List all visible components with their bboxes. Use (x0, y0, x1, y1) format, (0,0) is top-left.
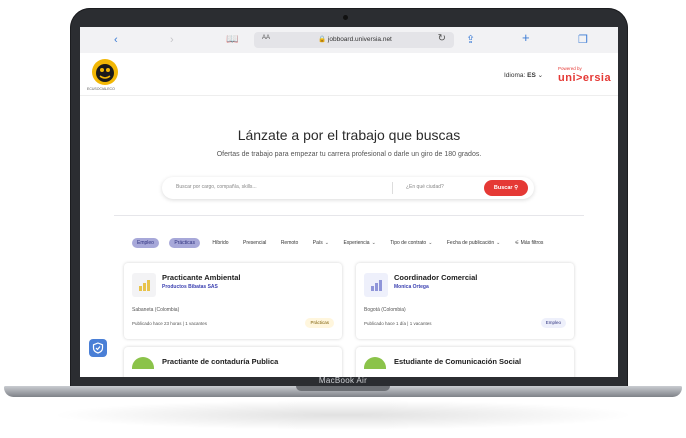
filter-bar: Empleo Prácticas Híbrido Presencial Remo… (132, 231, 551, 248)
search-divider (392, 182, 393, 194)
filter-presencial[interactable]: Presencial (241, 238, 268, 248)
job-published: Publicado hace 1 día | 1 vacantes (364, 321, 432, 326)
job-published: Publicado hace 23 horas | 1 vacantes (132, 321, 207, 326)
powered-by-text: Powered by (558, 66, 582, 71)
job-title[interactable]: Practicante Ambiental (162, 273, 241, 282)
company-logo-icon (132, 357, 154, 369)
job-card[interactable]: Practicante Ambiental Productos Bibatas … (124, 263, 342, 339)
new-tab-icon[interactable]: + (522, 31, 530, 45)
filter-hibrido[interactable]: Híbrido (210, 238, 230, 248)
filter-empleo[interactable]: Empleo (132, 238, 159, 248)
company-logo-icon (364, 273, 388, 297)
chevron-down-icon: ⌄ (428, 240, 433, 246)
laptop-mockup: ‹ › 📖 AA 🔒 jobboard.universia.net ↻ ⇪ + … (0, 0, 686, 438)
screen: ‹ › 📖 AA 🔒 jobboard.universia.net ↻ ⇪ + … (80, 27, 618, 377)
laptop-shadow (50, 400, 636, 430)
filter-fecha-publicacion[interactable]: Fecha de publicación ⌄ (445, 238, 502, 248)
text-size-button[interactable]: AA (262, 35, 270, 41)
city-input[interactable]: ¿En qué ciudad? (406, 184, 444, 190)
search-input[interactable]: Buscar por cargo, compañía, skills... (176, 184, 257, 190)
device-label: MacBook Air (318, 376, 368, 385)
search-icon: ⚲ (514, 185, 519, 191)
job-title[interactable]: Estudiante de Comunicación Social (394, 357, 521, 366)
back-icon[interactable]: ‹ (114, 33, 118, 47)
filter-pais[interactable]: País ⌄ (311, 238, 331, 248)
bookmarks-icon[interactable]: 📖 (226, 33, 238, 47)
camera-dot (343, 15, 348, 20)
filter-experiencia[interactable]: Experiencia ⌄ (341, 238, 377, 248)
chevron-down-icon: ⌄ (537, 72, 544, 79)
privacy-shield-button[interactable] (89, 339, 107, 357)
url-text: 🔒 jobboard.universia.net (318, 36, 392, 43)
divider (114, 215, 584, 216)
search-bar: Buscar por cargo, compañía, skills... ¿E… (162, 177, 534, 199)
company-logo-icon (132, 273, 156, 297)
forward-icon[interactable]: › (170, 33, 174, 47)
logo-icon[interactable] (90, 57, 120, 87)
address-bar[interactable]: AA 🔒 jobboard.universia.net ↻ (254, 32, 454, 48)
chevron-down-icon: ⌄ (324, 240, 329, 246)
job-title[interactable]: Coordinador Comercial (394, 273, 477, 282)
reload-icon[interactable]: ↻ (438, 33, 446, 44)
search-button[interactable]: Buscar ⚲ (484, 180, 528, 196)
page-subtitle: Ofertas de trabajo para empezar tu carre… (216, 151, 482, 158)
job-company[interactable]: Monica Ortega (394, 284, 429, 290)
tabs-icon[interactable]: ❐ (578, 33, 588, 47)
language-selector[interactable]: Idioma: ES ⌄ (504, 71, 543, 79)
share-icon[interactable]: ⇪ (466, 33, 475, 47)
filter-remoto[interactable]: Remoto (279, 238, 301, 248)
job-type-badge: Prácticas (305, 318, 334, 328)
job-location: Bogotá (Colombia) (364, 307, 406, 313)
universia-logo[interactable]: uni>ersia (558, 72, 611, 84)
logo-text: ECUSOCIALECO (87, 87, 115, 91)
laptop-notch (296, 386, 390, 391)
job-company[interactable]: Productos Bibatas SAS (162, 284, 218, 290)
job-card[interactable]: Practiante de contaduría Publica (124, 347, 342, 377)
job-location: Sabaneta (Colombia) (132, 307, 180, 313)
chevron-down-icon: ⌄ (496, 240, 501, 246)
shield-icon (92, 342, 104, 354)
job-title[interactable]: Practiante de contaduría Publica (162, 357, 278, 366)
filter-mas-filtros[interactable]: ⚟ Más filtros (513, 238, 546, 248)
site-header: ECUSOCIALECO Idioma: ES ⌄ Powered by uni… (80, 53, 618, 96)
chevron-down-icon: ⌄ (371, 240, 376, 246)
filter-practicas[interactable]: Prácticas (169, 238, 200, 248)
job-card[interactable]: Coordinador Comercial Monica Ortega Bogo… (356, 263, 574, 339)
filter-tipo-contrato[interactable]: Tipo de contrato ⌄ (388, 238, 434, 248)
browser-toolbar: ‹ › 📖 AA 🔒 jobboard.universia.net ↻ ⇪ + … (80, 27, 618, 54)
job-type-badge: Empleo (540, 318, 566, 328)
page-title: Lánzate a por el trabajo que buscas (237, 127, 461, 143)
job-card[interactable]: Estudiante de Comunicación Social (356, 347, 574, 377)
company-logo-icon (364, 357, 386, 369)
